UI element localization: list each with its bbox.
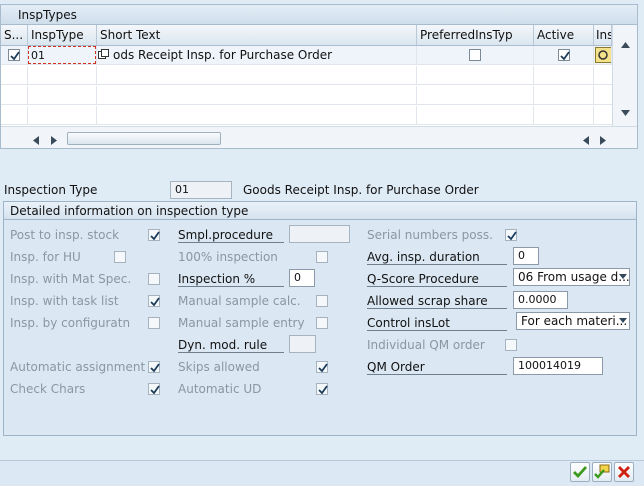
col-header-select[interactable]: S...: [1, 25, 28, 45]
check-chars-label: Check Chars: [10, 382, 86, 396]
active-cell[interactable]: [534, 46, 594, 64]
manual-sample-calc-checkbox: [316, 295, 328, 307]
table-title: InspTypes: [1, 5, 637, 25]
check-chars-checkbox: [148, 383, 160, 395]
col-header-ins[interactable]: Ins: [594, 25, 612, 45]
post-to-insp-stock-label: Post to insp. stock: [10, 228, 120, 242]
search-help-icon[interactable]: [595, 47, 611, 63]
chevron-down-icon[interactable]: [619, 318, 627, 323]
insp-with-task-list-label: Insp. with task list: [10, 294, 119, 308]
skips-allowed-label: Skips allowed: [178, 360, 260, 374]
manual-sample-entry-checkbox: [316, 317, 328, 329]
insptype-value: 01: [31, 49, 45, 62]
col-header-active[interactable]: Active: [534, 25, 594, 45]
vertical-scrollbar[interactable]: [612, 25, 637, 126]
skips-allowed-checkbox: [316, 361, 328, 373]
scroll-down-icon[interactable]: [621, 105, 630, 119]
hundred-pct-inspection-checkbox: [316, 251, 328, 263]
insp-by-configuratn-checkbox: [148, 317, 160, 329]
qscore-procedure-select[interactable]: 06 From usage d...: [513, 268, 630, 286]
active-checkbox[interactable]: [558, 49, 570, 61]
automatic-assignment-checkbox: [148, 361, 160, 373]
serial-numbers-checkbox: [505, 229, 517, 241]
confirm-button[interactable]: [570, 462, 590, 482]
individual-qm-order-label: Individual QM order: [367, 338, 485, 352]
table-row-empty: [1, 66, 637, 85]
inspection-pct-label: Inspection %: [178, 272, 284, 287]
manual-sample-calc-label: Manual sample calc.: [178, 294, 301, 308]
col-header-short-text[interactable]: Short Text: [97, 25, 417, 45]
control-inslot-value: For each materi...: [521, 314, 628, 328]
preferred-cell[interactable]: [417, 46, 534, 64]
dyn-mod-rule-label: Dyn. mod. rule: [178, 338, 284, 353]
insptype-cell[interactable]: 01: [28, 46, 97, 64]
horizontal-scrollbar[interactable]: [1, 126, 637, 148]
hundred-pct-inspection-label: 100% inspection: [178, 250, 278, 264]
post-to-insp-stock-checkbox: [148, 229, 160, 241]
details-title: Detailed information on inspection type: [4, 202, 636, 220]
chevron-down-icon[interactable]: [619, 274, 627, 279]
serial-numbers-label: Serial numbers poss.: [367, 228, 493, 242]
manual-sample-entry-label: Manual sample entry: [178, 316, 305, 330]
ins-cell[interactable]: [594, 46, 612, 64]
smpl-procedure-field: [289, 225, 350, 243]
automatic-ud-label: Automatic UD: [178, 382, 262, 396]
scroll-right-icon[interactable]: [51, 134, 57, 148]
insp-with-mat-spec-checkbox: [148, 273, 160, 285]
automatic-assignment-label: Automatic assignment: [10, 360, 146, 374]
qscore-procedure-label: Q-Score Procedure: [367, 272, 507, 287]
col-header-preferred[interactable]: PreferredInsTyp: [417, 25, 534, 45]
table-row-empty: [1, 86, 637, 105]
cancel-icon: [618, 466, 630, 478]
scroll-right-icon[interactable]: [600, 134, 606, 148]
short-text-cell[interactable]: ods Receipt Insp. for Purchase Order: [97, 46, 417, 64]
bottom-toolbar: [0, 460, 644, 486]
insp-with-mat-spec-label: Insp. with Mat Spec.: [10, 272, 132, 286]
insp-with-task-list-checkbox: [148, 295, 160, 307]
control-inslot-label: Control insLot: [367, 316, 507, 331]
avg-insp-duration-field[interactable]: 0: [513, 247, 539, 265]
inspection-type-description: Goods Receipt Insp. for Purchase Order: [243, 183, 479, 197]
smpl-procedure-label: Smpl.procedure: [178, 228, 284, 243]
table-row[interactable]: 01 ods Receipt Insp. for Purchase Order: [1, 46, 637, 65]
scroll-up-icon[interactable]: [621, 37, 630, 51]
new-entries-icon: [594, 464, 610, 479]
checkmark-icon: [573, 466, 588, 479]
control-inslot-select[interactable]: For each materi...: [516, 312, 630, 330]
qm-order-field[interactable]: 100014019: [513, 357, 603, 375]
cancel-button[interactable]: [614, 462, 634, 482]
insp-types-table: InspTypes S... InspType Short Text Prefe…: [0, 4, 638, 149]
col-header-insptype[interactable]: InspType: [28, 25, 97, 45]
new-entries-button[interactable]: [592, 462, 612, 482]
insp-for-hu-checkbox: [114, 251, 126, 263]
inspection-type-field: 01: [170, 181, 232, 199]
scroll-left-icon[interactable]: [583, 134, 589, 148]
dyn-mod-rule-field: [289, 335, 316, 353]
inspection-pct-field[interactable]: 0: [289, 269, 315, 287]
scroll-left-icon[interactable]: [33, 134, 39, 148]
allowed-scrap-share-label: Allowed scrap share: [367, 294, 507, 309]
qm-order-label: QM Order: [367, 360, 507, 375]
preferred-checkbox[interactable]: [469, 49, 481, 61]
automatic-ud-checkbox: [316, 383, 328, 395]
individual-qm-order-checkbox: [505, 339, 517, 351]
insp-for-hu-label: Insp. for HU: [10, 250, 81, 264]
copy-icon: [98, 49, 109, 60]
table-row-empty: [1, 106, 637, 125]
inspection-type-label: Inspection Type: [4, 183, 98, 197]
row-select-checkbox[interactable]: [8, 49, 20, 61]
scroll-thumb[interactable]: [67, 132, 221, 145]
allowed-scrap-share-field[interactable]: 0.0000: [513, 291, 568, 309]
row-select-cell[interactable]: [1, 46, 28, 64]
short-text-value: ods Receipt Insp. for Purchase Order: [113, 48, 333, 62]
qscore-procedure-value: 06 From usage d...: [518, 270, 630, 284]
table-header: S... InspType Short Text PreferredInsTyp…: [1, 25, 637, 46]
avg-insp-duration-label: Avg. insp. duration: [367, 250, 507, 265]
insp-by-configuratn-label: Insp. by configuratn: [10, 316, 131, 330]
